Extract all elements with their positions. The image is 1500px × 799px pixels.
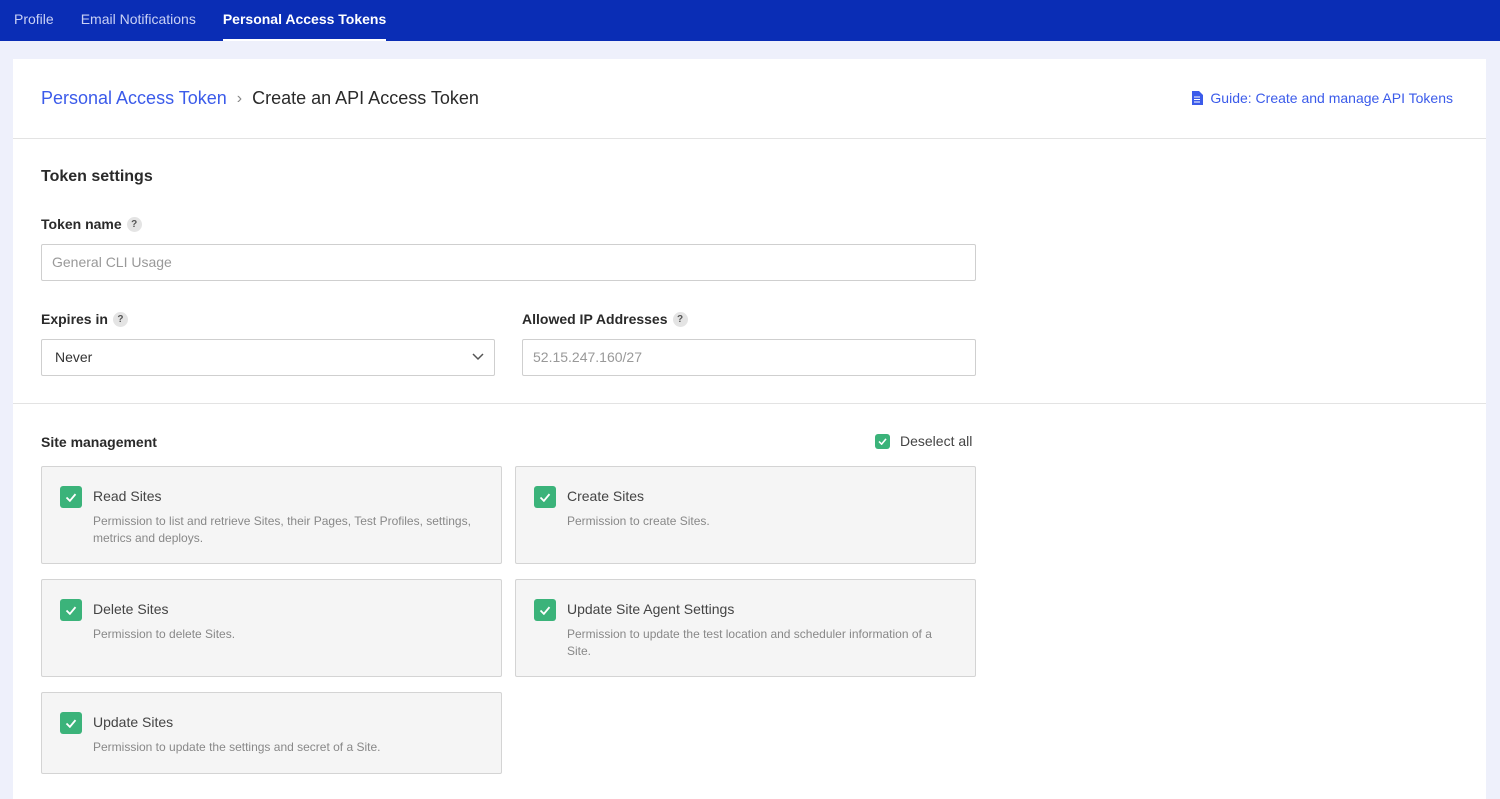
permission-desc: Permission to delete Sites. [93,626,473,643]
permission-update-sites[interactable]: Update Sites Permission to update the se… [41,692,502,774]
breadcrumb-parent-link[interactable]: Personal Access Token [41,88,227,109]
main-card: Personal Access Token › Create an API Ac… [13,59,1486,799]
permission-title: Update Sites [93,714,173,730]
help-icon[interactable]: ? [673,312,688,327]
guide-link-label: Guide: Create and manage API Tokens [1210,90,1453,106]
tab-personal-access-tokens[interactable]: Personal Access Tokens [223,0,386,41]
expires-label: Expires in? [41,311,128,327]
token-name-label: Token name? [41,216,142,232]
ip-input[interactable]: 52.15.247.160/27 [522,339,976,376]
token-name-input[interactable]: General CLI Usage [41,244,976,281]
permission-update-site-agent-settings[interactable]: Update Site Agent Settings Permission to… [515,579,976,677]
help-icon[interactable]: ? [127,217,142,232]
check-icon[interactable] [60,712,82,734]
guide-link[interactable]: Guide: Create and manage API Tokens [1191,90,1453,106]
check-icon[interactable] [534,486,556,508]
permission-title: Read Sites [93,488,161,504]
permission-desc: Permission to create Sites. [567,513,947,530]
breadcrumb: Personal Access Token › Create an API Ac… [41,88,479,109]
token-settings-heading: Token settings [41,168,153,186]
permission-desc: Permission to list and retrieve Sites, t… [93,513,473,547]
permission-delete-sites[interactable]: Delete Sites Permission to delete Sites. [41,579,502,677]
page-header: Personal Access Token › Create an API Ac… [13,59,1486,139]
check-icon [875,434,890,449]
expires-label-text: Expires in [41,311,108,327]
permission-desc: Permission to update the test location a… [567,626,947,660]
deselect-all-checkbox[interactable]: Deselect all [875,433,972,449]
permission-desc: Permission to update the settings and se… [93,739,473,756]
help-icon[interactable]: ? [113,312,128,327]
top-nav: Profile Email Notifications Personal Acc… [0,0,1500,41]
ip-label: Allowed IP Addresses? [522,311,688,327]
expires-value: Never [55,349,92,365]
permission-read-sites[interactable]: Read Sites Permission to list and retrie… [41,466,502,564]
site-management-heading: Site management [41,434,157,450]
permission-title: Update Site Agent Settings [567,601,734,617]
permission-title: Create Sites [567,488,644,504]
token-name-label-text: Token name [41,216,122,232]
chevron-down-icon [472,353,484,361]
deselect-all-label: Deselect all [900,433,972,449]
page-title: Create an API Access Token [252,88,479,109]
divider [13,403,1486,404]
permission-title: Delete Sites [93,601,168,617]
chevron-right-icon: › [237,90,242,108]
expires-select[interactable]: Never [41,339,495,376]
permission-create-sites[interactable]: Create Sites Permission to create Sites. [515,466,976,564]
check-icon[interactable] [60,486,82,508]
tab-profile[interactable]: Profile [14,0,54,41]
check-icon[interactable] [534,599,556,621]
check-icon[interactable] [60,599,82,621]
ip-label-text: Allowed IP Addresses [522,311,668,327]
document-icon [1191,91,1203,105]
tab-email-notifications[interactable]: Email Notifications [81,0,196,41]
